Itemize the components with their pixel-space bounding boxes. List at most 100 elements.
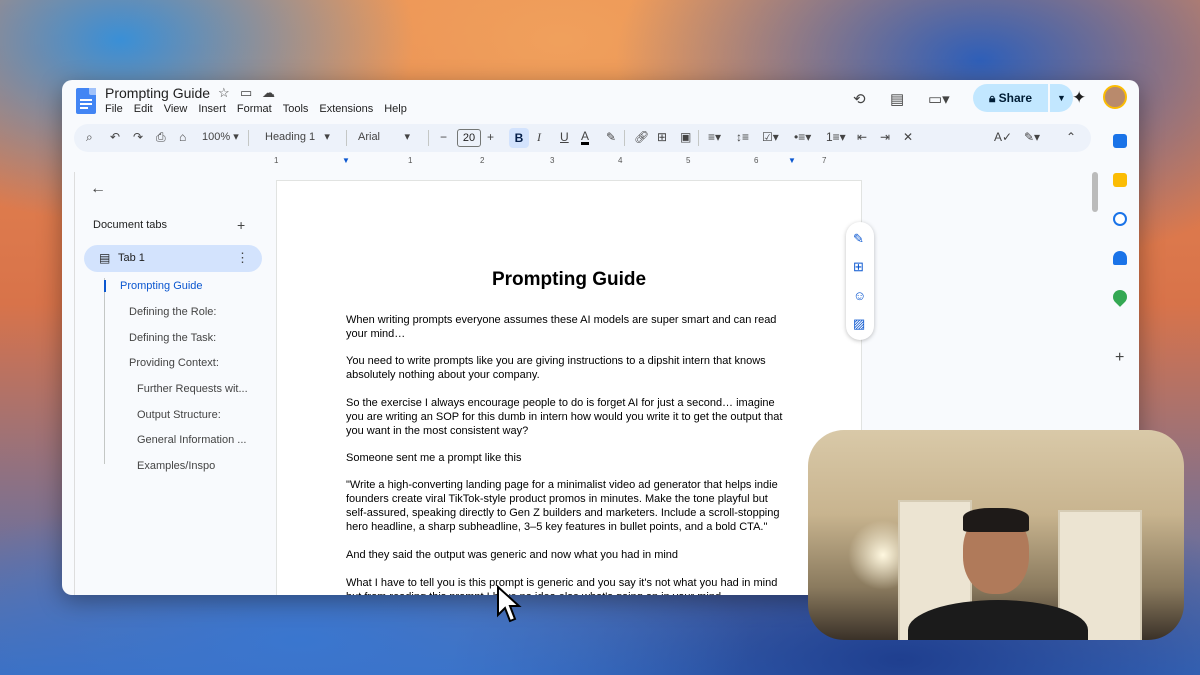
editing-mode-icon[interactable]: ✎▾ — [1024, 130, 1040, 144]
google-docs-icon[interactable] — [76, 88, 96, 114]
outline-item-general-information[interactable]: General Information ... — [137, 434, 246, 446]
avatar[interactable] — [1103, 85, 1127, 109]
move-folder-icon[interactable]: ▭ — [240, 85, 252, 101]
bulleted-list-icon[interactable]: •≡▾ — [794, 130, 811, 144]
style-select[interactable]: Heading 1 ▾ — [265, 130, 330, 143]
search-menus-icon[interactable]: ⌕ — [86, 130, 93, 145]
webcam-overlay — [808, 430, 1184, 640]
comments-icon[interactable]: ▤ — [890, 90, 904, 108]
numbered-list-icon[interactable]: 1≡▾ — [826, 130, 846, 144]
font-select[interactable]: Arial ▾ — [358, 130, 410, 143]
more-options-icon[interactable]: ⋮ — [236, 250, 249, 266]
checklist-icon[interactable]: ☑▾ — [762, 130, 779, 144]
outline-item-defining-role[interactable]: Defining the Role: — [129, 306, 216, 318]
contacts-icon[interactable] — [1113, 251, 1127, 265]
outline-active-marker — [104, 280, 106, 292]
keep-icon[interactable] — [1113, 173, 1127, 187]
emoji-reaction-icon[interactable]: ☺ — [853, 288, 866, 303]
font-value: Arial — [358, 131, 381, 143]
align-icon[interactable]: ≡▾ — [708, 130, 721, 144]
decrease-font-size-icon[interactable]: − — [440, 130, 447, 144]
lock-icon: 🔒︎ — [988, 91, 999, 105]
collapse-toolbar-icon[interactable]: ⌃ — [1066, 130, 1076, 144]
insert-image-icon[interactable]: ▣ — [680, 130, 691, 144]
add-comment-icon[interactable]: ⊞ — [853, 259, 864, 275]
tasks-icon[interactable] — [1113, 212, 1127, 226]
underline-button[interactable]: U — [560, 130, 569, 144]
divider — [346, 130, 347, 146]
line-spacing-icon[interactable]: ↕≡ — [736, 130, 749, 144]
clear-formatting-icon[interactable]: ✕ — [903, 130, 913, 144]
suggest-edits-icon[interactable]: ▨ — [853, 316, 865, 332]
text-color-button[interactable]: A — [581, 130, 590, 145]
ruler-mark: 7 — [822, 156, 827, 165]
ruler-mark: 3 — [550, 156, 555, 165]
meet-icon[interactable]: ▭▾ — [928, 90, 950, 108]
outline-item-examples[interactable]: Examples/Inspo — [137, 460, 215, 472]
paragraph: You need to write prompts like you are g… — [346, 355, 766, 381]
decrease-indent-icon[interactable]: ⇤ — [857, 130, 867, 144]
ruler-mark: 5 — [686, 156, 691, 165]
page-heading: Prompting Guide — [491, 269, 647, 290]
version-history-icon[interactable]: ⟲ — [853, 90, 866, 108]
menu-bar: File Edit View Insert Format Tools Exten… — [105, 103, 407, 115]
paragraph: What I have to tell you is this prompt i… — [346, 577, 778, 595]
tab-1[interactable]: ▤ Tab 1 ⋮ — [84, 245, 262, 272]
print-icon[interactable]: ⎙ — [156, 130, 166, 145]
get-addons-icon[interactable]: + — [1115, 349, 1124, 367]
highlight-icon[interactable]: ✎ — [606, 130, 616, 144]
menu-file[interactable]: File — [105, 103, 123, 115]
floating-side-toolbar: ✎ ⊞ ☺ ▨ — [846, 222, 874, 340]
redo-icon[interactable]: ↷ — [133, 130, 143, 144]
outline-line — [104, 278, 105, 464]
ai-edit-icon[interactable]: ✎ — [853, 231, 864, 247]
undo-icon[interactable]: ↶ — [110, 130, 120, 144]
cloud-status-icon[interactable]: ☁ — [262, 85, 275, 101]
paint-format-icon[interactable]: ⌂ — [179, 130, 186, 144]
calendar-icon[interactable] — [1113, 134, 1127, 148]
increase-indent-icon[interactable]: ⇥ — [880, 130, 890, 144]
font-size-input[interactable]: 20 — [457, 129, 481, 147]
menu-edit[interactable]: Edit — [134, 103, 153, 115]
ruler-mark: 6 — [754, 156, 759, 165]
document-icon: ▤ — [99, 251, 111, 265]
share-button[interactable]: 🔒︎ Share — [973, 84, 1048, 112]
star-icon[interactable]: ☆ — [218, 85, 230, 101]
zoom-select[interactable]: 100% ▾ — [202, 130, 239, 143]
add-comment-icon[interactable]: ⊞ — [657, 130, 667, 144]
increase-font-size-icon[interactable]: + — [487, 130, 494, 144]
outline-item-prompting-guide[interactable]: Prompting Guide — [120, 280, 203, 292]
left-indent-marker[interactable]: ▼ — [342, 156, 350, 165]
outline-item-output-structure[interactable]: Output Structure: — [137, 409, 221, 421]
add-tab-icon[interactable]: + — [237, 217, 245, 233]
maps-icon[interactable] — [1110, 287, 1130, 307]
outline-item-defining-task[interactable]: Defining the Task: — [129, 332, 216, 344]
menu-format[interactable]: Format — [237, 103, 272, 115]
outline-item-providing-context[interactable]: Providing Context: — [129, 357, 219, 369]
right-indent-marker[interactable]: ▼ — [788, 156, 796, 165]
outline-item-further-requests[interactable]: Further Requests wit... — [137, 383, 248, 395]
scrollbar[interactable] — [1092, 172, 1098, 212]
ruler-mark: 1 — [274, 156, 279, 165]
insert-link-icon[interactable]: 🔗︎ — [634, 130, 649, 144]
menu-tools[interactable]: Tools — [283, 103, 309, 115]
document-page[interactable]: Prompting Guide When writing prompts eve… — [276, 180, 862, 595]
menu-insert[interactable]: Insert — [198, 103, 226, 115]
menu-view[interactable]: View — [164, 103, 188, 115]
menu-help[interactable]: Help — [384, 103, 407, 115]
ruler-mark: 4 — [618, 156, 623, 165]
formatting-toolbar: ⌕ ↶ ↷ ⎙ ⌂ 100% ▾ Heading 1 ▾ Arial ▾ − 2… — [74, 124, 1091, 152]
gemini-icon[interactable]: ✦ — [1072, 88, 1086, 108]
presenter-hair — [963, 508, 1029, 532]
paragraph: Someone sent me a prompt like this — [346, 452, 522, 464]
menu-extensions[interactable]: Extensions — [319, 103, 373, 115]
zoom-value: 100% — [202, 131, 231, 143]
bold-button[interactable]: B — [509, 128, 529, 148]
share-dropdown-button[interactable]: ▼ — [1050, 84, 1073, 112]
tab-label: Tab 1 — [118, 252, 145, 264]
document-title[interactable]: Prompting Guide — [105, 85, 210, 101]
back-arrow-icon[interactable]: ← — [90, 180, 106, 198]
italic-button[interactable]: I — [537, 130, 541, 145]
spelling-icon[interactable]: A✓ — [994, 130, 1012, 144]
share-label: Share — [998, 91, 1033, 105]
